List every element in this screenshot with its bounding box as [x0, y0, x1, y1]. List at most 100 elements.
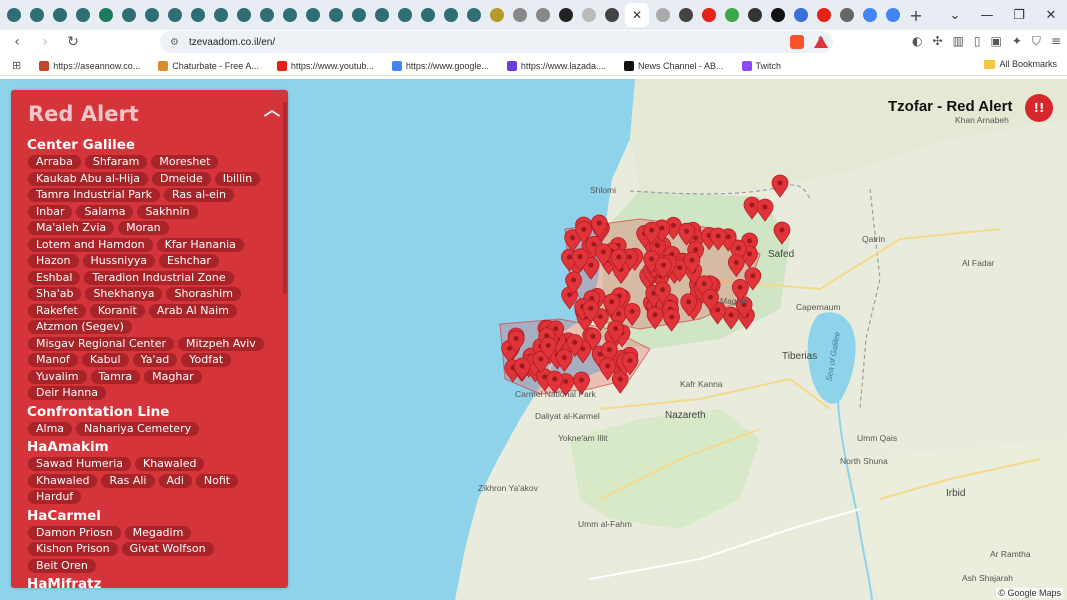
- chevron-up-icon[interactable]: ︿: [264, 96, 280, 120]
- alert-town-chip[interactable]: Khawaled: [28, 473, 98, 488]
- bookmark-item[interactable]: Twitch: [741, 60, 781, 71]
- alert-town-chip[interactable]: Kaukab Abu al-Hija: [28, 171, 148, 186]
- alert-town-chip[interactable]: Khawaled: [135, 457, 205, 471]
- alert-town-chip[interactable]: Ras al-ein: [163, 188, 234, 202]
- alert-town-chip[interactable]: Alma: [28, 421, 73, 436]
- alert-town-chip[interactable]: Mitzpeh Aviv: [177, 336, 264, 351]
- tab[interactable]: [301, 2, 324, 28]
- tab[interactable]: [554, 2, 577, 28]
- brave-shields-icon[interactable]: [790, 35, 804, 49]
- alert-town-chip[interactable]: Kishon Prison: [28, 542, 118, 556]
- alert-town-chip[interactable]: Dmeide: [152, 171, 211, 186]
- tab[interactable]: [2, 2, 25, 28]
- alert-town-chip[interactable]: Harduf: [28, 490, 82, 504]
- alert-town-chip[interactable]: Tamra Industrial Park: [28, 188, 160, 202]
- alert-town-chip[interactable]: Ibillin: [214, 171, 261, 186]
- tab[interactable]: [835, 2, 858, 28]
- alert-town-chip[interactable]: Adi: [158, 473, 192, 488]
- alert-town-chip[interactable]: Maghar: [144, 369, 202, 384]
- new-tab-button[interactable]: +: [904, 3, 928, 27]
- alert-town-chip[interactable]: Nofit: [195, 473, 239, 488]
- alert-town-chip[interactable]: Sakhnin: [137, 204, 198, 219]
- alert-town-chip[interactable]: Inbar: [28, 204, 73, 219]
- alert-town-chip[interactable]: Manof: [28, 353, 78, 367]
- tab[interactable]: [462, 2, 485, 28]
- minimize-icon[interactable]: —: [971, 8, 1003, 23]
- alert-town-chip[interactable]: Givat Wolfson: [121, 542, 214, 556]
- puzzle-icon[interactable]: ✣: [933, 34, 943, 49]
- brave-rewards-icon[interactable]: [814, 36, 828, 48]
- url-text[interactable]: tzevaadom.co.il/en/: [189, 37, 275, 48]
- alert-town-chip[interactable]: Shorashim: [166, 287, 241, 301]
- alert-town-chip[interactable]: Tamra: [90, 369, 141, 384]
- tab[interactable]: [186, 2, 209, 28]
- site-info-icon[interactable]: ⚙: [170, 37, 179, 48]
- tab[interactable]: [232, 2, 255, 28]
- alert-town-chip[interactable]: Ma'aleh Zvia: [28, 221, 115, 235]
- wallet-icon[interactable]: ▣: [991, 34, 1002, 49]
- tab[interactable]: [347, 2, 370, 28]
- sidebar-icon[interactable]: ▥: [953, 34, 964, 49]
- alert-town-chip[interactable]: Shekhanya: [85, 287, 163, 301]
- tab[interactable]: [789, 2, 812, 28]
- alert-town-chip[interactable]: Kfar Hanania: [156, 237, 244, 252]
- tab[interactable]: [600, 2, 623, 28]
- tab[interactable]: [743, 2, 766, 28]
- tab[interactable]: [577, 2, 600, 28]
- alert-town-chip[interactable]: Moran: [118, 221, 169, 235]
- alert-town-chip[interactable]: Kabul: [81, 353, 129, 367]
- forward-icon[interactable]: ›: [34, 34, 56, 50]
- tab[interactable]: [439, 2, 462, 28]
- alert-town-chip[interactable]: Arab Al Naim: [148, 303, 237, 318]
- bookmark-item[interactable]: News Channel - AB...: [623, 60, 724, 71]
- alert-town-chip[interactable]: Moreshet: [151, 155, 219, 169]
- alert-town-chip[interactable]: Deir Hanna: [28, 386, 107, 400]
- alert-town-chip[interactable]: Hussniyya: [82, 254, 155, 268]
- tab[interactable]: [720, 2, 743, 28]
- alert-town-chip[interactable]: Sha'ab: [28, 287, 82, 301]
- tab[interactable]: [140, 2, 163, 28]
- maximize-icon[interactable]: ❐: [1003, 8, 1035, 23]
- tab[interactable]: [508, 2, 531, 28]
- alert-town-chip[interactable]: Ras Ali: [101, 473, 155, 488]
- alert-town-chip[interactable]: Yuvalim: [28, 369, 87, 384]
- tab[interactable]: [324, 2, 347, 28]
- tab[interactable]: [117, 2, 140, 28]
- tab[interactable]: [94, 2, 117, 28]
- tab[interactable]: [651, 2, 674, 28]
- map[interactable]: Shlomi Safed Qatrin Al Fadar Maghar Cape…: [0, 79, 1067, 600]
- tab[interactable]: [674, 2, 697, 28]
- tab[interactable]: [766, 2, 789, 28]
- all-bookmarks-button[interactable]: All Bookmarks: [984, 59, 1057, 69]
- alert-town-chip[interactable]: Eshbal: [28, 270, 81, 285]
- tab[interactable]: [25, 2, 48, 28]
- alert-town-chip[interactable]: Shfaram: [84, 155, 148, 169]
- alert-town-chip[interactable]: Damon Priosn: [28, 525, 121, 540]
- vpn-icon[interactable]: ⛉: [1032, 34, 1041, 49]
- tab[interactable]: [393, 2, 416, 28]
- bookmark-item[interactable]: https://www.lazada....: [506, 60, 606, 71]
- tab[interactable]: [485, 2, 508, 28]
- tab[interactable]: [812, 2, 835, 28]
- alert-town-chip[interactable]: Lotem and Hamdon: [28, 237, 153, 252]
- tab[interactable]: [858, 2, 881, 28]
- tab[interactable]: [255, 2, 278, 28]
- alert-town-chip[interactable]: Eshchar: [159, 254, 219, 268]
- alert-town-chip[interactable]: Koranit: [89, 303, 145, 318]
- alert-town-chip[interactable]: Teradion Industrial Zone: [84, 270, 234, 285]
- reload-icon[interactable]: ↻: [62, 34, 84, 50]
- alert-town-chip[interactable]: Hazon: [28, 254, 79, 268]
- alert-town-chip[interactable]: Arraba: [28, 155, 81, 169]
- bookmark-item[interactable]: https://aseannow.co...: [39, 60, 140, 71]
- back-icon[interactable]: ‹: [6, 34, 28, 50]
- leo-icon[interactable]: ✦: [1012, 34, 1022, 49]
- menu-icon[interactable]: ≡: [1051, 34, 1061, 49]
- alert-list[interactable]: Center Galilee Arraba Shfaram Moreshet Kauka…: [27, 135, 277, 588]
- tab[interactable]: [48, 2, 71, 28]
- tab[interactable]: [278, 2, 301, 28]
- alert-town-chip[interactable]: Ya'ad: [132, 353, 178, 367]
- alert-town-chip[interactable]: Salama: [76, 204, 134, 219]
- tab[interactable]: [416, 2, 439, 28]
- bookmark-item[interactable]: Chaturbate - Free A...: [158, 60, 259, 71]
- tab[interactable]: [209, 2, 232, 28]
